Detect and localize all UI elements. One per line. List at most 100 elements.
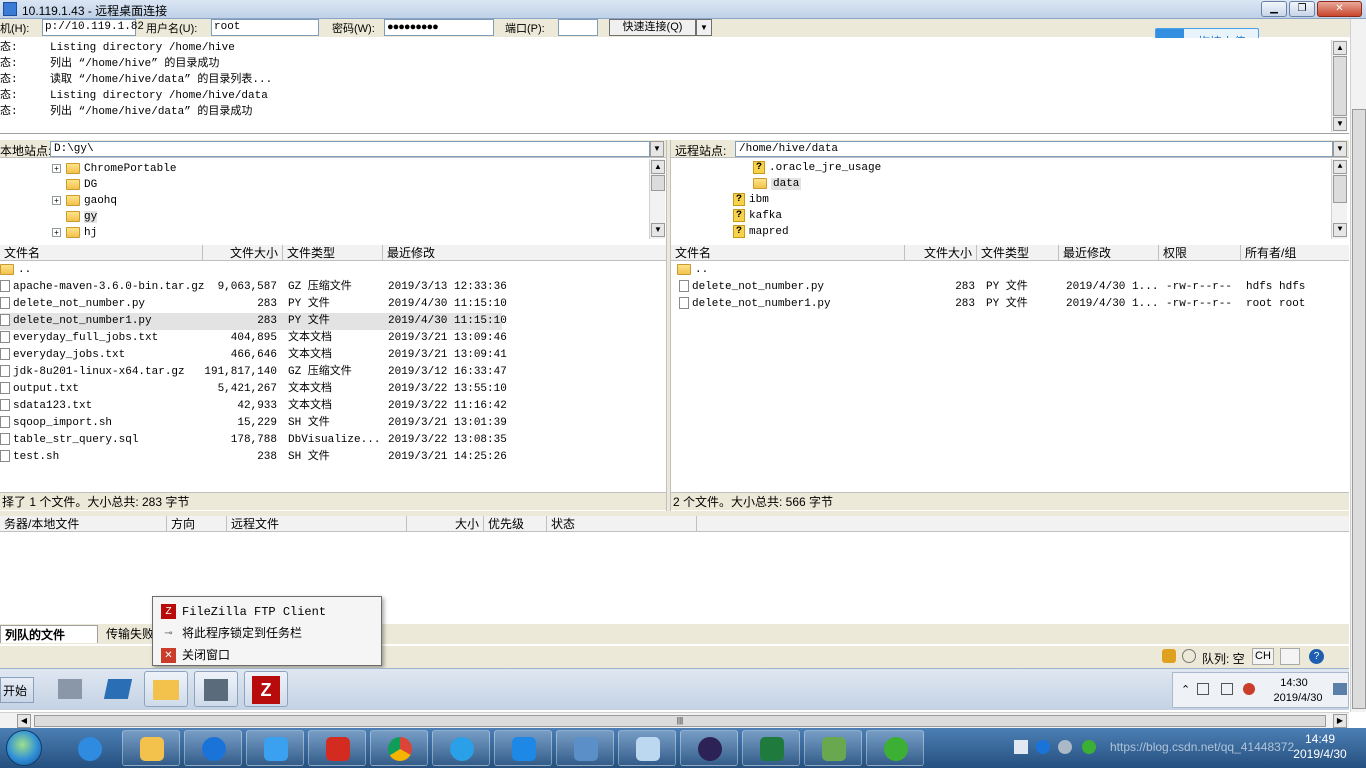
input-language[interactable]: CH — [1252, 648, 1274, 665]
remote-clock-time[interactable]: 14:30 — [1269, 677, 1319, 689]
column-header-type[interactable]: 文件类型 — [283, 245, 383, 261]
local-path-dropdown[interactable]: ▼ — [650, 141, 664, 157]
tray-expand-icon[interactable]: ⌃ — [1181, 683, 1190, 696]
queue-col-server-local[interactable]: 务器/本地文件 — [0, 516, 167, 532]
filezilla-taskbar-icon[interactable]: Z — [244, 671, 288, 707]
file-row[interactable]: table_str_query.sql 178,788 DbVisualize.… — [0, 432, 507, 449]
scroll-up-arrow[interactable]: ▲ — [651, 160, 665, 174]
remote-path-dropdown[interactable]: ▼ — [1333, 141, 1347, 157]
control-panel-icon[interactable] — [194, 671, 238, 707]
tab-failed-transfers[interactable]: 传输失败 — [102, 625, 158, 643]
tree-node[interactable]: + ChromePortable — [52, 160, 176, 176]
explorer-icon[interactable] — [144, 671, 188, 707]
username-field[interactable]: root — [211, 19, 319, 36]
jumplist-item-filezilla[interactable]: Z FileZilla FTP Client — [161, 601, 326, 621]
tray-link-icon[interactable] — [1058, 740, 1072, 754]
scroll-up-arrow[interactable]: ▲ — [1333, 160, 1347, 174]
scroll-left-arrow[interactable]: ◀ — [17, 714, 31, 728]
rdp-horizontal-scrollbar[interactable]: ◀ ||| ▶ — [0, 712, 1349, 728]
volume-muted-icon[interactable] — [1243, 683, 1255, 695]
file-row[interactable]: sqoop_import.sh 15,229 SH 文件 2019/3/21 1… — [0, 415, 507, 432]
remote-start-button[interactable]: 开始 — [0, 677, 34, 703]
server-manager-icon[interactable] — [48, 671, 92, 707]
browser-e-icon[interactable] — [432, 730, 490, 766]
k-app-icon[interactable] — [184, 730, 242, 766]
ie-icon[interactable] — [60, 730, 118, 766]
file-row[interactable]: .. — [671, 262, 1341, 279]
rdp-scroll-thumb[interactable] — [1352, 109, 1366, 709]
column-header-modified[interactable]: 最近修改 — [383, 245, 666, 261]
eclipse-icon[interactable] — [680, 730, 738, 766]
windows-start-orb[interactable] — [6, 730, 42, 766]
tree-node[interactable]: ? kafka — [733, 208, 782, 224]
show-desktop-icon[interactable] — [1333, 683, 1347, 695]
keyboard-icon[interactable] — [1280, 648, 1300, 665]
minimize-button[interactable]: ▁ — [1261, 1, 1287, 17]
tray-app-icon[interactable] — [1014, 740, 1028, 754]
scroll-right-arrow[interactable]: ▶ — [1333, 714, 1347, 728]
local-tree-scrollbar[interactable]: ▲ ▼ — [649, 159, 665, 239]
file-row[interactable]: everyday_jobs.txt 466,646 文本文档 2019/3/21… — [0, 347, 507, 364]
queue-col-direction[interactable]: 方向 — [167, 516, 227, 532]
column-header-name[interactable]: 文件名 — [0, 245, 203, 261]
scroll-thumb[interactable]: ||| — [34, 715, 1326, 727]
tree-node[interactable]: + gaohq — [52, 192, 117, 208]
tree-node[interactable]: ? .oracle_jre_usage — [753, 160, 881, 176]
file-row[interactable]: output.txt 5,421,267 文本文档 2019/3/22 13:5… — [0, 381, 507, 398]
tray-k-icon[interactable] — [1036, 740, 1050, 754]
column-header-modified[interactable]: 最近修改 — [1059, 245, 1159, 261]
cloud-app-icon[interactable] — [494, 730, 552, 766]
tree-node[interactable]: DG — [52, 176, 97, 192]
file-row[interactable]: jdk-8u201-linux-x64.tar.gz 191,817,140 G… — [0, 364, 507, 381]
close-button[interactable]: ✕ — [1317, 1, 1362, 17]
expand-icon[interactable]: + — [52, 228, 61, 237]
jumplist-item-pin[interactable]: ⊸ 将此程序锁定到任务栏 — [161, 623, 302, 643]
file-row-selected[interactable]: delete_not_number1.py 283 PY 文件 2019/4/3… — [0, 313, 507, 330]
tree-node[interactable]: ? ibm — [733, 192, 769, 208]
column-header-permissions[interactable]: 权限 — [1159, 245, 1241, 261]
file-row[interactable]: apache-maven-3.6.0-bin.tar.gz 9,063,587 … — [0, 279, 507, 296]
file-row[interactable]: delete_not_number.py 283 PY 文件 2019/4/30… — [671, 279, 1341, 296]
tab-queued-files[interactable]: 列队的文件 — [0, 625, 98, 643]
wechat-icon[interactable] — [866, 730, 924, 766]
port-field[interactable] — [558, 19, 598, 36]
excel-icon[interactable] — [742, 730, 800, 766]
tree-node[interactable]: gy — [52, 208, 98, 224]
expand-icon[interactable]: + — [52, 196, 61, 205]
file-row[interactable]: .. — [0, 262, 500, 279]
jumplist-item-close[interactable]: ✕ 关闭窗口 — [161, 645, 230, 665]
scroll-down-arrow[interactable]: ▼ — [1333, 117, 1347, 131]
clock[interactable]: 14:49 2019/4/30 — [1292, 732, 1348, 762]
local-path-field[interactable]: D:\gy\ — [50, 141, 650, 157]
quickconnect-dropdown[interactable]: ▼ — [696, 19, 712, 36]
log-scrollbar[interactable]: ▲ ▼ — [1331, 40, 1347, 132]
file-row[interactable]: delete_not_number.py 283 PY 文件 2019/4/30… — [0, 296, 507, 313]
explorer-taskbar-icon[interactable] — [122, 730, 180, 766]
file-row[interactable]: everyday_full_jobs.txt 404,895 文本文档 2019… — [0, 330, 507, 347]
tray-wechat-icon[interactable] — [1082, 740, 1096, 754]
remote-desktop-taskbar-icon[interactable] — [556, 730, 614, 766]
scroll-down-arrow[interactable]: ▼ — [1333, 223, 1347, 237]
column-header-type[interactable]: 文件类型 — [977, 245, 1059, 261]
queue-col-remote[interactable]: 远程文件 — [227, 516, 407, 532]
tree-node-selected[interactable]: data — [753, 176, 802, 192]
help-icon[interactable]: ? — [1309, 649, 1324, 664]
powershell-icon[interactable] — [96, 671, 140, 707]
remote-clock-date[interactable]: 2019/4/30 — [1269, 692, 1327, 704]
column-header-size[interactable]: 文件大小 — [203, 245, 283, 261]
host-field[interactable]: p://10.119.1.82 — [42, 19, 144, 36]
remote-tree-scrollbar[interactable]: ▲ ▼ — [1331, 159, 1347, 239]
scroll-thumb[interactable] — [1333, 175, 1347, 203]
queue-col-priority[interactable]: 优先级 — [484, 516, 547, 532]
expand-icon[interactable]: + — [52, 164, 61, 173]
column-header-owner[interactable]: 所有者/组 — [1241, 245, 1349, 261]
network-icon[interactable] — [1221, 683, 1233, 695]
scroll-thumb[interactable] — [651, 175, 665, 191]
column-header-size[interactable]: 文件大小 — [905, 245, 977, 261]
chart-app-icon[interactable] — [804, 730, 862, 766]
scroll-up-arrow[interactable]: ▲ — [1333, 41, 1347, 55]
tree-node[interactable]: + hj — [52, 224, 97, 239]
netease-music-icon[interactable] — [308, 730, 366, 766]
rdp-vertical-scrollbar[interactable] — [1350, 19, 1366, 712]
remote-path-field[interactable]: /home/hive/data — [735, 141, 1333, 157]
